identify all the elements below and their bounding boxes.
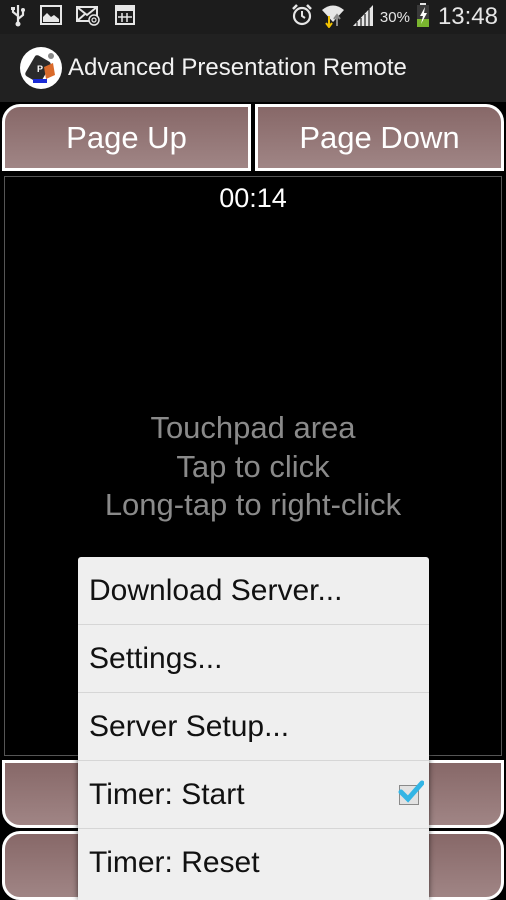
menu-item-label: Timer: Start	[89, 777, 245, 811]
signal-icon	[352, 3, 374, 32]
usb-icon	[10, 3, 26, 32]
menu-item-label: Server Setup...	[89, 709, 290, 743]
image-icon	[40, 4, 62, 30]
battery-charging-icon	[416, 2, 430, 33]
checkmark-icon	[398, 780, 424, 803]
timer-display: 00:14	[219, 183, 287, 213]
touchpad-instruction-line: Touchpad area	[150, 410, 356, 445]
menu-item-server-setup[interactable]: Server Setup...	[78, 693, 429, 761]
wifi-icon	[320, 2, 346, 33]
status-bar: 30% 13:48	[0, 0, 506, 34]
menu-item-label: Settings...	[89, 641, 223, 675]
presentation-remote-app-icon[interactable]: P	[20, 47, 62, 89]
menu-item-timer-reset[interactable]: Timer: Reset	[78, 829, 429, 897]
action-bar: P Advanced Presentation Remote	[0, 34, 506, 102]
menu-item-label: Timer: Reset	[89, 846, 260, 879]
menu-item-settings[interactable]: Settings...	[78, 625, 429, 693]
app-title: Advanced Presentation Remote	[68, 54, 407, 81]
clock: 13:48	[437, 3, 498, 30]
menu-item-label: Download Server...	[89, 573, 343, 607]
touchpad-instruction-line: Long-tap to right-click	[104, 487, 402, 522]
page-down-button[interactable]: Page Down	[255, 104, 504, 171]
page-up-button[interactable]: Page Up	[2, 104, 251, 171]
screenshot-icon	[114, 4, 136, 31]
email-icon	[76, 4, 100, 31]
svg-text:P: P	[37, 64, 43, 74]
menu-item-download-server[interactable]: Download Server...	[78, 557, 429, 625]
touchpad-instructions: Touchpad area Tap to click Long-tap to r…	[5, 409, 501, 525]
alarm-icon	[290, 3, 314, 32]
options-menu: Download Server... Settings... Server Se…	[78, 557, 429, 900]
menu-item-timer-start[interactable]: Timer: Start	[78, 761, 429, 829]
touchpad-instruction-line: Tap to click	[176, 448, 330, 484]
timer-start-checkbox[interactable]	[398, 780, 424, 805]
battery-percent: 30%	[379, 8, 410, 26]
